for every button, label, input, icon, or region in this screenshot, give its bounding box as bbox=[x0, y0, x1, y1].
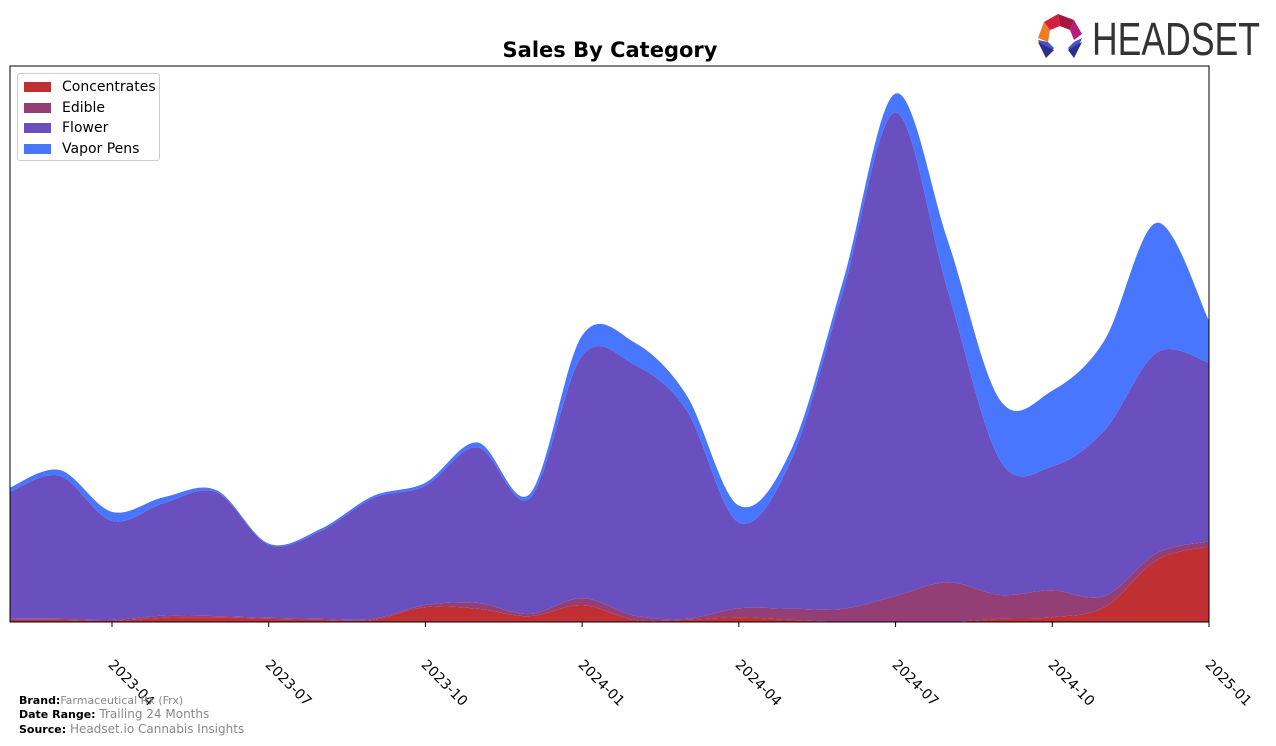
legend-swatch bbox=[24, 102, 51, 113]
legend-label: Concentrates bbox=[62, 79, 156, 95]
legend-item: Concentrates bbox=[24, 78, 156, 96]
legend-label: Edible bbox=[62, 99, 106, 116]
headset-logo: HEADSET bbox=[1038, 13, 1260, 62]
logo-text: HEADSET bbox=[1092, 13, 1260, 62]
legend-label: Flower bbox=[62, 120, 109, 136]
legend-swatch bbox=[24, 143, 51, 154]
area-flower bbox=[10, 112, 1209, 621]
legend: Concentrates Edible Flower Vapor Pens bbox=[17, 73, 160, 161]
legend-item: Edible bbox=[24, 99, 105, 117]
legend-swatch bbox=[24, 123, 51, 133]
footer-source: Source: Headset.io Cannabis Insights bbox=[19, 722, 245, 736]
chart-areas bbox=[10, 93, 1209, 623]
legend-swatch bbox=[24, 82, 51, 92]
footer-brand: Brand:Farmaceutical Rx (Frx) bbox=[19, 694, 184, 707]
chart-canvas bbox=[9, 65, 1210, 627]
legend-label: Vapor Pens bbox=[62, 140, 140, 157]
legend-item: Vapor Pens bbox=[24, 140, 139, 158]
legend-item: Flower bbox=[24, 119, 108, 137]
x-ticks bbox=[111, 622, 1210, 627]
footer-date-range: Date Range: Trailing 24 Months bbox=[19, 707, 210, 721]
